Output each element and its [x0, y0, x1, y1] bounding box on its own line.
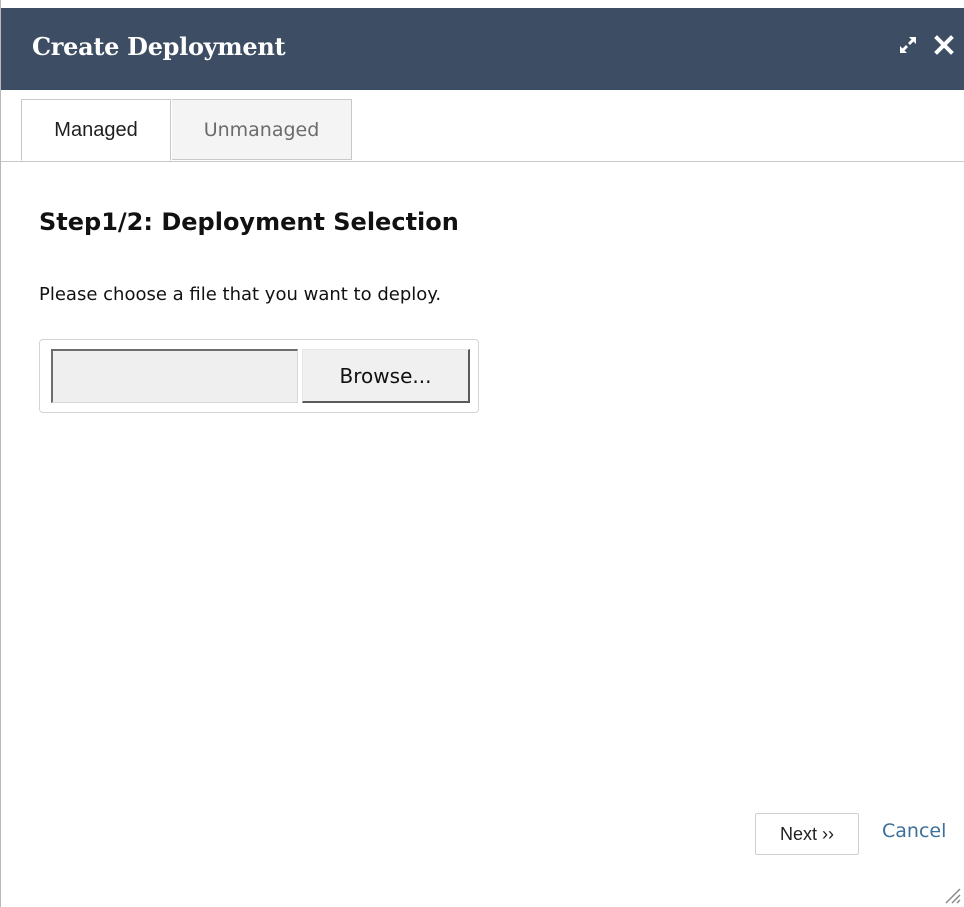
titlebar-controls — [895, 28, 957, 62]
close-icon[interactable] — [931, 28, 957, 62]
browse-button[interactable]: Browse... — [302, 349, 470, 403]
create-deployment-dialog: Create Deployment Managed Unmanaged Step… — [0, 0, 964, 907]
file-picker: Browse... — [39, 339, 479, 413]
step-heading: Step1/2: Deployment Selection — [39, 208, 459, 236]
tab-bar: Managed Unmanaged — [1, 99, 964, 162]
file-path-input[interactable] — [51, 349, 298, 403]
step-description: Please choose a file that you want to de… — [39, 284, 442, 305]
expand-icon[interactable] — [895, 28, 921, 62]
tab-managed[interactable]: Managed — [21, 99, 171, 161]
dialog-titlebar[interactable]: Create Deployment — [1, 8, 964, 90]
cancel-link[interactable]: Cancel — [882, 820, 946, 842]
resize-grip-icon[interactable] — [938, 881, 962, 905]
tab-unmanaged[interactable]: Unmanaged — [172, 99, 352, 160]
dialog-title: Create Deployment — [32, 32, 286, 61]
next-button[interactable]: Next ›› — [755, 813, 859, 855]
